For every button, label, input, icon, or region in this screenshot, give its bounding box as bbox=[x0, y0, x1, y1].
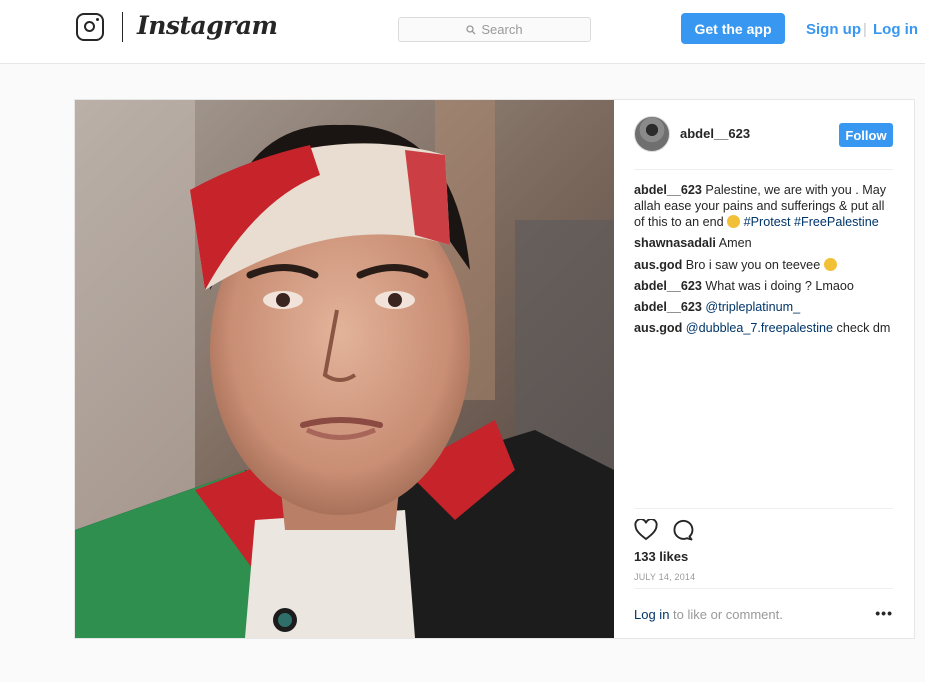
logo-separator bbox=[122, 12, 123, 42]
instagram-camera-icon[interactable] bbox=[76, 13, 104, 41]
follow-button[interactable]: Follow bbox=[839, 123, 893, 147]
comment-author[interactable]: abdel__623 bbox=[634, 279, 702, 293]
login-to-comment: Log in to like or comment. bbox=[634, 607, 783, 622]
mention-link[interactable]: @tripleplatinum_ bbox=[705, 300, 800, 314]
post-photo[interactable] bbox=[75, 100, 614, 638]
search-placeholder: Search bbox=[481, 22, 523, 37]
heart-icon[interactable] bbox=[634, 519, 658, 541]
get-the-app-button[interactable]: Get the app bbox=[681, 13, 785, 44]
comment-footer: Log in to like or comment. ••• bbox=[634, 588, 893, 638]
list-item: abdel__623 Palestine, we are with you . … bbox=[634, 182, 893, 230]
list-item: shawnasadali Amen bbox=[634, 235, 893, 251]
pensive-face-emoji bbox=[727, 215, 741, 228]
laughing-face-emoji bbox=[823, 257, 837, 271]
comment-text: What was i doing ? Lmaoo bbox=[705, 278, 854, 293]
mention-link[interactable]: @dubblea_7.freepalestine bbox=[686, 321, 833, 335]
list-item: abdel__623 @tripleplatinum_ bbox=[634, 299, 893, 315]
search-input[interactable]: Search bbox=[398, 17, 591, 42]
comment-text: Bro i saw you on teevee bbox=[685, 257, 821, 272]
comment-author[interactable]: abdel__623 bbox=[634, 183, 702, 197]
list-item: aus.god Bro i saw you on teevee bbox=[634, 257, 893, 273]
comment-author[interactable]: aus.god bbox=[634, 258, 682, 272]
post-header: abdel__623 Follow bbox=[634, 116, 893, 170]
comment-author[interactable]: shawnasadali bbox=[634, 236, 716, 250]
comment-author[interactable]: abdel__623 bbox=[634, 300, 702, 314]
post-username[interactable]: abdel__623 bbox=[680, 126, 750, 141]
post-actions: 133 likes JULY 14, 2014 bbox=[634, 508, 893, 588]
log-in-to-comment-link[interactable]: Log in bbox=[634, 607, 669, 622]
comment-text: check dm bbox=[836, 321, 891, 336]
more-options-icon[interactable]: ••• bbox=[875, 605, 893, 621]
list-item: abdel__623 What was i doing ? Lmaoo bbox=[634, 278, 893, 294]
comment-icon[interactable] bbox=[670, 518, 694, 542]
likes-count[interactable]: 133 likes bbox=[634, 549, 688, 564]
sign-up-link[interactable]: Sign up bbox=[806, 21, 861, 38]
login-prompt-text: to like or comment. bbox=[669, 607, 783, 622]
list-item: aus.god @dubblea_7.freepalestine check d… bbox=[634, 320, 893, 336]
hashtag-links[interactable]: #Protest #FreePalestine bbox=[744, 215, 879, 229]
post-date[interactable]: JULY 14, 2014 bbox=[634, 572, 695, 582]
comment-author[interactable]: aus.god bbox=[634, 321, 682, 335]
log-in-link[interactable]: Log in bbox=[873, 21, 918, 38]
comment-text: Amen bbox=[718, 236, 752, 251]
auth-separator: | bbox=[863, 21, 867, 38]
comments-list: abdel__623 Palestine, we are with you . … bbox=[634, 182, 893, 342]
post-sidebar: abdel__623 Follow abdel__623 Palestine, … bbox=[614, 100, 914, 638]
avatar[interactable] bbox=[634, 116, 670, 152]
post-card: abdel__623 Follow abdel__623 Palestine, … bbox=[74, 99, 915, 639]
instagram-wordmark[interactable]: Instagram bbox=[137, 11, 278, 40]
search-icon bbox=[466, 24, 476, 34]
top-bar: Instagram Search Get the app Sign up | L… bbox=[0, 0, 925, 64]
